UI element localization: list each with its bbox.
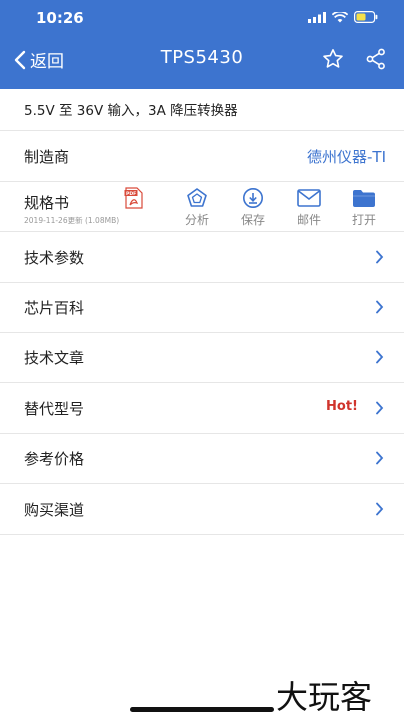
menu-item-purchase[interactable]: 购买渠道 (0, 484, 404, 535)
menu-item-alternatives[interactable]: 替代型号 Hot! (0, 383, 404, 434)
analyze-button[interactable]: 分析 (175, 187, 219, 228)
download-icon (243, 188, 263, 208)
status-time: 10:26 (36, 9, 84, 27)
part-description: 5.5V 至 36V 输入，3A 降压转换器 (0, 89, 404, 131)
manufacturer-row[interactable]: 制造商 德州仪器-TI (0, 131, 404, 182)
menu-item-specs[interactable]: 技术参数 (0, 232, 404, 283)
header-bar: 10:26 返回 TPS5430 (0, 0, 404, 89)
mail-label: 邮件 (296, 213, 321, 227)
chevron-right-icon (376, 350, 384, 364)
menu-item-label: 参考价格 (24, 450, 85, 468)
description-text: 5.5V 至 36V 输入，3A 降压转换器 (24, 103, 238, 119)
chevron-right-icon (376, 300, 384, 314)
pentagon-icon (187, 188, 207, 207)
manufacturer-label: 制造商 (24, 148, 70, 166)
wifi-icon (332, 11, 348, 22)
chevron-right-icon (376, 401, 384, 415)
open-button[interactable]: 打开 (342, 187, 386, 228)
pdf-button[interactable]: PDF (112, 187, 156, 211)
watermark: 大玩客 (276, 678, 373, 716)
chevron-right-icon (376, 451, 384, 465)
analyze-label: 分析 (184, 213, 209, 227)
menu-item-price[interactable]: 参考价格 (0, 433, 404, 484)
save-label: 保存 (240, 213, 265, 227)
star-icon[interactable] (322, 48, 344, 70)
battery-icon (354, 11, 378, 23)
signal-icon (308, 11, 326, 23)
manufacturer-value[interactable]: 德州仪器-TI (307, 146, 386, 167)
menu-item-chip-wiki[interactable]: 芯片百科 (0, 282, 404, 333)
folder-icon (353, 189, 375, 207)
hot-badge: Hot! (326, 399, 358, 414)
datasheet-label: 规格书 (24, 194, 70, 212)
menu-item-label: 替代型号 (24, 400, 85, 418)
open-label: 打开 (351, 213, 376, 227)
datasheet-meta: 2019-11-26更新 (1.08MB) (24, 216, 120, 225)
menu-item-label: 芯片百科 (24, 299, 85, 317)
menu-item-label: 技术文章 (24, 349, 85, 367)
menu-item-label: 技术参数 (24, 249, 85, 267)
menu-item-label: 购买渠道 (24, 501, 85, 519)
svg-text:PDF: PDF (126, 191, 136, 197)
chevron-right-icon (376, 502, 384, 516)
save-button[interactable]: 保存 (231, 187, 275, 228)
mail-icon (297, 189, 321, 207)
nav-bar: 返回 TPS5430 (0, 35, 404, 83)
menu-item-articles[interactable]: 技术文章 (0, 332, 404, 383)
chevron-right-icon (376, 250, 384, 264)
status-icons (308, 11, 378, 23)
pdf-icon: PDF (124, 187, 143, 209)
share-icon[interactable] (366, 48, 386, 70)
home-indicator[interactable] (130, 707, 274, 712)
datasheet-row: 规格书 2019-11-26更新 (1.08MB) PDF 分析 保存 邮件 打… (0, 181, 404, 232)
mail-button[interactable]: 邮件 (287, 187, 331, 228)
